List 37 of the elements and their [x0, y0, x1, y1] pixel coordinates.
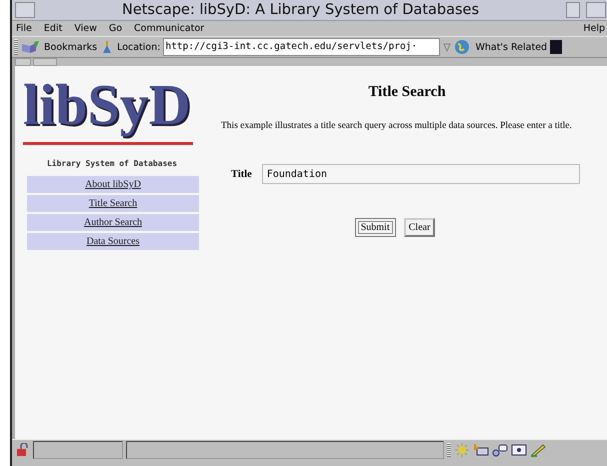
mail-icon[interactable] [473, 443, 489, 457]
grip-icon [447, 443, 451, 457]
menu-item[interactable]: Communicator [134, 23, 204, 34]
whats-related-button[interactable]: What's Related [475, 42, 548, 52]
bookmarks-button[interactable]: Bookmarks [44, 42, 98, 52]
maximize-button[interactable] [586, 2, 606, 18]
menu-item[interactable]: Help [583, 23, 605, 34]
minimize-button[interactable] [566, 2, 580, 18]
menu-item[interactable]: View [74, 23, 97, 34]
window-menu-button[interactable] [15, 2, 35, 18]
site-tagline: Library System of Databases [46, 159, 178, 168]
pen-icon[interactable] [530, 443, 546, 457]
site-logo: libSyD [23, 70, 193, 145]
form-button[interactable]: Clear [404, 218, 436, 237]
nav-link[interactable]: Author Search [84, 217, 142, 228]
form-button[interactable]: Submit [354, 218, 396, 237]
nav-link[interactable]: Title Search [88, 198, 138, 209]
grip-icon [14, 39, 18, 55]
window-title: Netscape: libSyD: A Library System of Databases [120, 2, 480, 18]
tab-handle[interactable] [33, 58, 57, 66]
menu-item[interactable]: Edit [44, 23, 62, 34]
tab-handle[interactable] [15, 58, 31, 66]
nav-link[interactable]: Data Sources [86, 236, 140, 247]
page-heading: Title Search [367, 84, 447, 101]
dropdown-icon[interactable] [443, 42, 452, 52]
title-input-field[interactable]: Foundation [262, 164, 580, 184]
field-label: Title [231, 168, 252, 180]
chat-icon[interactable] [492, 443, 508, 457]
bookmark-icon[interactable] [21, 40, 41, 54]
menu-item[interactable]: File [16, 23, 32, 34]
menu-item[interactable]: Go [108, 23, 122, 34]
description-text: This example illustrates a title search query across multiple data sources. Please enter a title. [221, 121, 573, 132]
address-card-icon[interactable] [511, 443, 527, 457]
lock-icon[interactable] [16, 443, 30, 457]
nav-link[interactable]: About libSyD [85, 179, 141, 190]
location-label: Location: [117, 42, 160, 52]
url-field[interactable]: http://cgi3-int.cc.gatech.edu/servlets/proj· [163, 38, 440, 56]
